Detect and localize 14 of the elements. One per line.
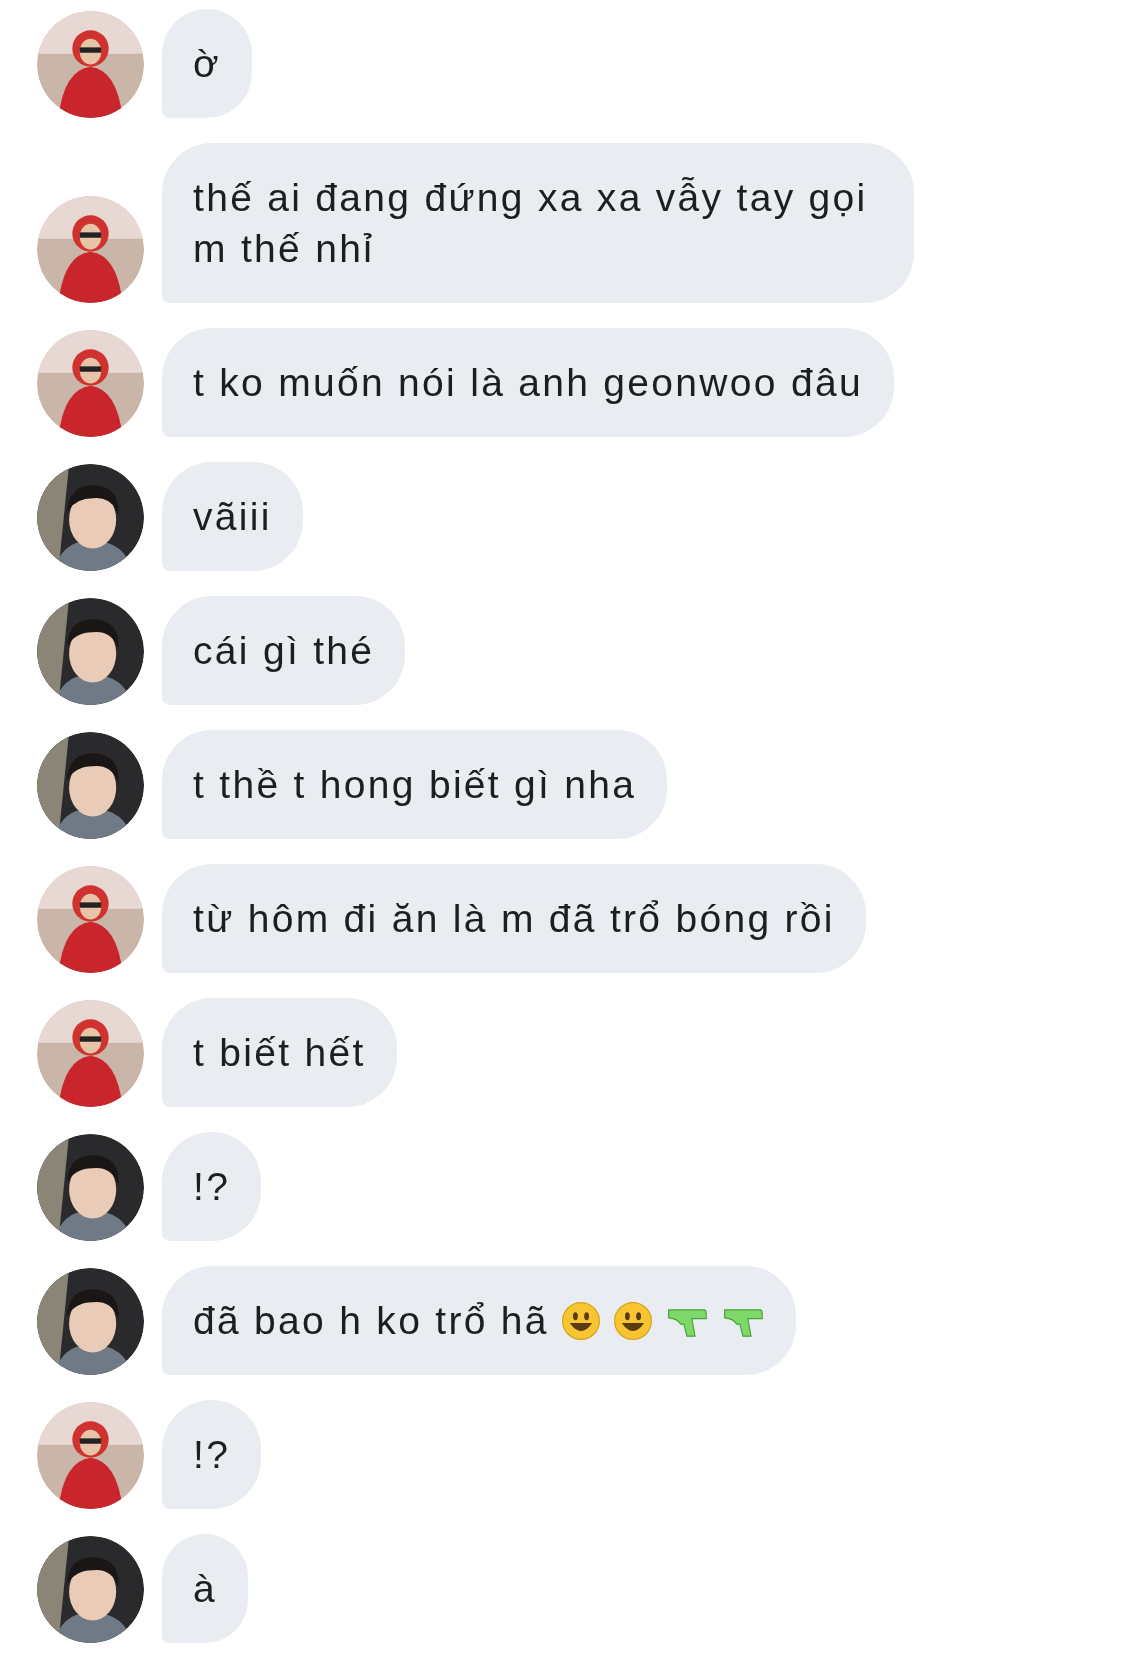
message-text: t ko muốn nói là anh geonwoo đâu [193, 360, 863, 406]
message-text: thế ai đang đứng xa xa vẫy tay gọi m thế nhỉ [193, 175, 869, 272]
message-text: ờ [193, 41, 221, 87]
smiley-icon [612, 1300, 653, 1341]
message-text: à [193, 1566, 217, 1612]
message-text: từ hôm đi ăn là m đã trổ bóng rồi [193, 896, 835, 942]
message-text: t thề t hong biết gì nha [193, 762, 637, 808]
message-text: !? [193, 1432, 231, 1478]
message-text: cái gì thé [193, 628, 375, 674]
message-text: !? [193, 1164, 231, 1210]
message-text: vãiii [193, 494, 272, 540]
message-text: t biết hết [193, 1030, 366, 1076]
smiley-icon [560, 1300, 601, 1341]
message-text: đã bao h ko trổ hã [193, 1298, 549, 1344]
